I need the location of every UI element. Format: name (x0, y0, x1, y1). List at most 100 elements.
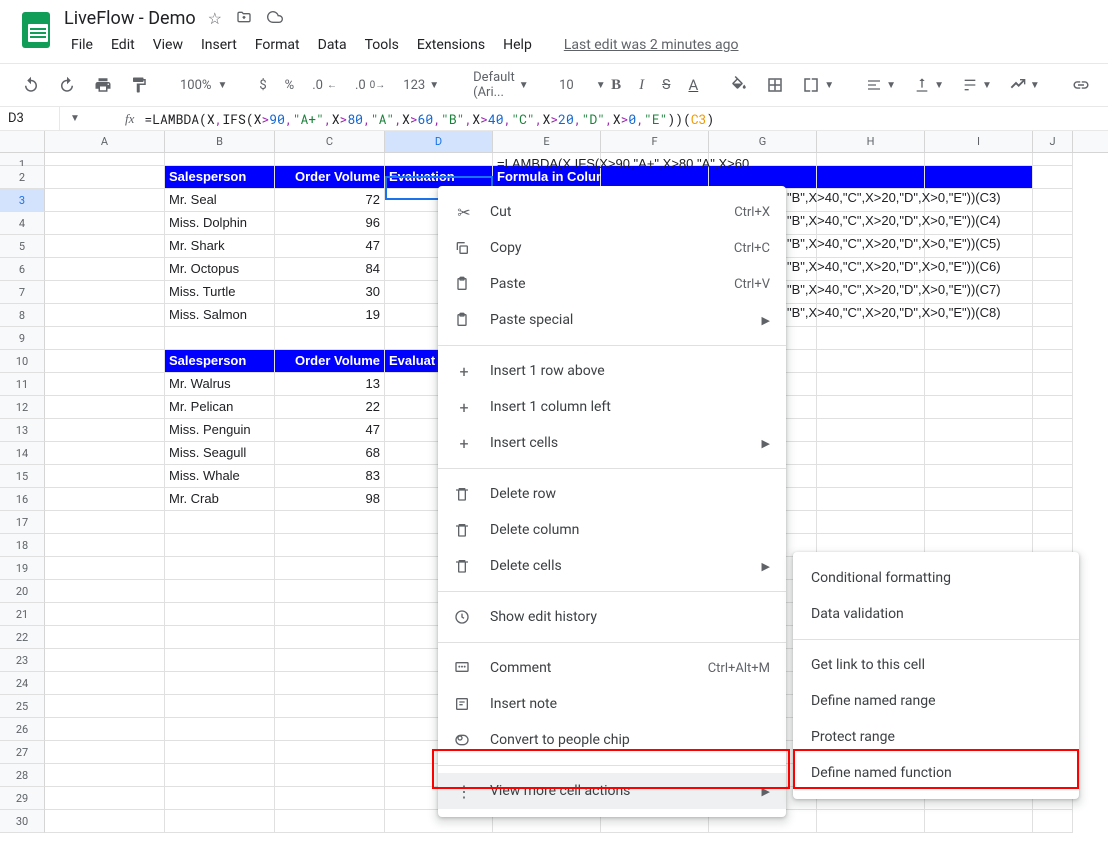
cell[interactable] (45, 258, 165, 281)
cell[interactable] (275, 511, 385, 534)
cell[interactable] (45, 557, 165, 580)
cell[interactable]: Miss. Salmon (165, 304, 275, 327)
cell[interactable]: 47 (275, 235, 385, 258)
cell[interactable]: 47 (275, 419, 385, 442)
cell[interactable] (45, 373, 165, 396)
cell[interactable] (1033, 442, 1073, 465)
ctx-delete-col[interactable]: Delete column (438, 512, 786, 548)
cell[interactable]: Salesperson (165, 350, 275, 373)
cell[interactable] (45, 718, 165, 741)
font-dropdown[interactable]: Default (Ari... ▼ (465, 68, 535, 102)
cell[interactable] (275, 580, 385, 603)
ctx-copy[interactable]: Copy Ctrl+C (438, 230, 786, 266)
increase-decimal-button[interactable]: .00→ (349, 74, 391, 97)
cell[interactable]: Mr. Walrus (165, 373, 275, 396)
row-header[interactable]: 23 (0, 649, 45, 672)
cell[interactable] (1033, 153, 1073, 166)
cell[interactable]: 13 (275, 373, 385, 396)
cell[interactable] (165, 764, 275, 787)
ctx-note[interactable]: Insert note (438, 686, 786, 722)
cell[interactable]: Salesperson (165, 166, 275, 189)
cell[interactable] (817, 442, 925, 465)
col-header-F[interactable]: F (601, 131, 709, 152)
redo-button[interactable] (52, 72, 82, 98)
row-header[interactable]: 17 (0, 511, 45, 534)
ctx-insert-col[interactable]: + Insert 1 column left (438, 389, 786, 425)
row-header[interactable]: 24 (0, 672, 45, 695)
cell[interactable] (275, 534, 385, 557)
cell[interactable] (45, 419, 165, 442)
cell[interactable] (45, 810, 165, 833)
menu-tools[interactable]: Tools (358, 33, 406, 57)
ctx-insert-cells[interactable]: + Insert cells ▶ (438, 425, 786, 461)
row-header[interactable]: 26 (0, 718, 45, 741)
cell[interactable] (45, 511, 165, 534)
row-header[interactable]: 15 (0, 465, 45, 488)
ctx-delete-row[interactable]: Delete row (438, 476, 786, 512)
col-header-I[interactable]: I (925, 131, 1033, 152)
cell[interactable] (817, 373, 925, 396)
cell[interactable] (275, 327, 385, 350)
rotate-button[interactable]: ▼ (1004, 73, 1046, 97)
cell[interactable] (45, 626, 165, 649)
cell[interactable]: 98 (275, 488, 385, 511)
col-header-A[interactable]: A (45, 131, 165, 152)
cell[interactable] (1033, 396, 1073, 419)
cell[interactable] (165, 153, 275, 166)
cell[interactable] (45, 327, 165, 350)
cell[interactable] (165, 511, 275, 534)
ctx-history[interactable]: Show edit history (438, 599, 786, 635)
col-header-C[interactable]: C (275, 131, 385, 152)
cell[interactable] (817, 488, 925, 511)
row-header[interactable]: 22 (0, 626, 45, 649)
cell[interactable] (275, 810, 385, 833)
row-header[interactable]: 21 (0, 603, 45, 626)
ctx-more-actions[interactable]: ⋮ View more cell actions ▶ (438, 773, 786, 809)
percent-button[interactable]: % (279, 74, 301, 97)
star-icon[interactable]: ☆ (208, 9, 222, 28)
menu-file[interactable]: File (64, 33, 100, 57)
menu-extensions[interactable]: Extensions (410, 33, 492, 57)
col-header-H[interactable]: H (817, 131, 925, 152)
cell[interactable]: Mr. Seal (165, 189, 275, 212)
cloud-icon[interactable] (266, 9, 284, 28)
cell[interactable] (45, 603, 165, 626)
row-header[interactable]: 12 (0, 396, 45, 419)
row-header[interactable]: 27 (0, 741, 45, 764)
row-header[interactable]: 25 (0, 695, 45, 718)
ctx-cut[interactable]: ✂ Cut Ctrl+X (438, 194, 786, 230)
cell[interactable]: 96 (275, 212, 385, 235)
cell[interactable] (45, 488, 165, 511)
cell[interactable] (45, 695, 165, 718)
cell[interactable] (817, 327, 925, 350)
row-header[interactable]: 11 (0, 373, 45, 396)
cell[interactable] (165, 580, 275, 603)
cell[interactable] (45, 153, 165, 166)
cell[interactable] (1033, 465, 1073, 488)
sub-conditional-formatting[interactable]: Conditional formatting (793, 560, 1079, 596)
row-header[interactable]: 18 (0, 534, 45, 557)
cell[interactable] (1033, 189, 1073, 212)
cell[interactable] (275, 718, 385, 741)
sub-named-range[interactable]: Define named range (793, 683, 1079, 719)
sheets-logo[interactable] (16, 10, 56, 50)
cell[interactable] (45, 465, 165, 488)
cell[interactable] (925, 166, 1033, 189)
row-header[interactable]: 20 (0, 580, 45, 603)
cell[interactable] (275, 603, 385, 626)
merge-button[interactable]: ▼ (796, 72, 840, 98)
cell[interactable] (925, 442, 1033, 465)
cell[interactable] (925, 511, 1033, 534)
cell[interactable] (1033, 488, 1073, 511)
ctx-paste-special[interactable]: Paste special ▶ (438, 302, 786, 338)
row-header[interactable]: 28 (0, 764, 45, 787)
cell[interactable] (275, 741, 385, 764)
strike-button[interactable]: S (656, 73, 676, 97)
cell[interactable]: 83 (275, 465, 385, 488)
last-edit-link[interactable]: Last edit was 2 minutes ago (557, 33, 746, 57)
row-header[interactable]: 16 (0, 488, 45, 511)
row-header[interactable]: 19 (0, 557, 45, 580)
cell[interactable] (45, 741, 165, 764)
cell[interactable] (1033, 166, 1073, 189)
cell[interactable] (45, 304, 165, 327)
